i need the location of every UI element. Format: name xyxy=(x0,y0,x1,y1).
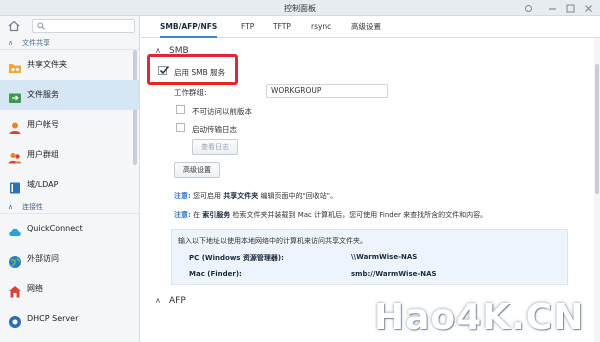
note-text: 您可启用 xyxy=(193,192,224,200)
indexing-service-link[interactable]: 索引服务 xyxy=(202,211,230,219)
tab-smb-afp-nfs[interactable]: SMB/AFP/NFS xyxy=(160,16,218,38)
globe-icon xyxy=(8,252,22,268)
section-file-sharing[interactable]: ∧ 文件共享 xyxy=(0,36,139,50)
note-text: 在 xyxy=(193,211,203,219)
note-text: 检索文件夹并装载到 Mac 计算机后，您可使用 Finder 来查找所含的文件和… xyxy=(230,211,488,219)
watermark: Hao4K.CN xyxy=(374,293,600,342)
tab-tftp[interactable]: TFTP xyxy=(273,16,291,38)
minimize-icon[interactable] xyxy=(548,4,557,13)
section-connectivity[interactable]: ∧ 连接性 xyxy=(0,200,139,214)
advanced-settings-button[interactable]: 高级设置 xyxy=(174,162,220,178)
sidebar-item-network[interactable]: 网络 xyxy=(0,274,139,304)
workgroup-label: 工作群组: xyxy=(174,88,207,97)
domain-icon xyxy=(8,178,22,194)
sidebar-item-label: 网络 xyxy=(27,284,43,293)
transfer-log-checkbox[interactable] xyxy=(176,123,185,132)
sidebar-item-label: 文件服务 xyxy=(27,90,59,99)
note-prefix: 注意: xyxy=(174,192,191,200)
window-title: 控制面板 xyxy=(284,4,316,13)
sidebar-item-label: 用户群组 xyxy=(27,150,59,159)
home-icon[interactable] xyxy=(8,20,20,32)
sidebar-item-label: DHCP Server xyxy=(27,314,79,323)
pin-icon[interactable] xyxy=(524,4,533,13)
pc-label: PC (Windows 资源管理器): xyxy=(189,254,284,262)
note-recycle-bin: 注意: 您可启用 共享文件夹 编辑页面中的"回收站"。 xyxy=(174,191,337,201)
sidebar-item-file-services[interactable]: 文件服务 xyxy=(0,80,139,110)
sidebar-item-label: 用户帐号 xyxy=(27,120,59,129)
watermark-text: Hao4K.CN xyxy=(374,297,585,338)
note-prefix: 注意: xyxy=(174,211,191,219)
prev-versions-checkbox[interactable] xyxy=(176,105,185,114)
mac-value: smb://WarmWise-NAS xyxy=(351,270,437,278)
close-icon[interactable] xyxy=(584,4,593,13)
transfer-log-label: 启动传输日志 xyxy=(192,125,237,134)
highlight-box xyxy=(147,54,238,85)
sidebar-item-label: QuickConnect xyxy=(27,224,83,233)
sidebar: ∧ 文件共享 共享文件夹 文件服务 用户帐号 用户群组 域/LDAP ∧ 连接性 xyxy=(0,16,140,342)
workgroup-input[interactable]: WORKGROUP xyxy=(266,84,388,98)
user-icon xyxy=(8,118,22,134)
maximize-icon[interactable] xyxy=(566,4,575,13)
dhcp-icon xyxy=(8,312,22,328)
note-text: 编辑页面中的"回收站"。 xyxy=(258,192,337,200)
sidebar-item-external-access[interactable]: 外部访问 xyxy=(0,244,139,274)
title-bar: 控制面板 xyxy=(0,0,600,16)
shared-folder-link[interactable]: 共享文件夹 xyxy=(223,192,258,200)
quickconnect-icon xyxy=(8,222,22,236)
search-icon xyxy=(37,22,45,30)
scrollbar-thumb[interactable] xyxy=(595,64,599,194)
search-box[interactable] xyxy=(32,19,135,33)
tab-bar: SMB/AFP/NFS FTP TFTP rsync 高级设置 xyxy=(141,16,600,38)
note-indexing: 注意: 在 索引服务 检索文件夹并装载到 Mac 计算机后，您可使用 Finde… xyxy=(174,210,487,220)
pc-value: \\WarmWise-NAS xyxy=(351,253,418,261)
mac-label: Mac (Finder): xyxy=(189,270,242,278)
chevron-up-icon: ∧ xyxy=(8,203,14,211)
sidebar-item-shared-folder[interactable]: 共享文件夹 xyxy=(0,50,139,80)
tab-advanced[interactable]: 高级设置 xyxy=(351,16,381,38)
sidebar-item-label: 共享文件夹 xyxy=(27,60,67,69)
network-icon xyxy=(8,282,22,298)
access-info-box: 输入以下地址以使用本地网络中的计算机来访问共享文件夹。 PC (Windows … xyxy=(171,229,568,285)
shared-folder-icon xyxy=(8,58,22,73)
section-label: 连接性 xyxy=(22,203,43,211)
sidebar-item-label: 域/LDAP xyxy=(27,180,59,189)
view-log-button[interactable]: 查看日志 xyxy=(192,139,238,155)
tab-ftp[interactable]: FTP xyxy=(241,16,254,38)
sidebar-item-quickconnect[interactable]: QuickConnect xyxy=(0,214,139,244)
sidebar-item-user[interactable]: 用户帐号 xyxy=(0,110,139,140)
section-title: AFP xyxy=(169,296,186,306)
tab-rsync[interactable]: rsync xyxy=(311,16,331,38)
prev-versions-label: 不可访问以前版本 xyxy=(192,107,252,116)
section-label: 文件共享 xyxy=(22,39,50,47)
search-input[interactable] xyxy=(49,21,129,31)
chevron-up-icon: ∧ xyxy=(155,296,161,305)
group-icon xyxy=(8,148,22,164)
sidebar-item-domain[interactable]: 域/LDAP xyxy=(0,170,139,200)
info-intro: 输入以下地址以使用本地网络中的计算机来访问共享文件夹。 xyxy=(178,237,367,245)
chevron-up-icon: ∧ xyxy=(8,39,14,47)
sidebar-item-dhcp[interactable]: DHCP Server xyxy=(0,304,139,334)
sidebar-item-label: 外部访问 xyxy=(27,254,59,263)
sidebar-item-group[interactable]: 用户群组 xyxy=(0,140,139,170)
sidebar-top xyxy=(0,16,139,36)
file-services-icon xyxy=(8,88,22,103)
